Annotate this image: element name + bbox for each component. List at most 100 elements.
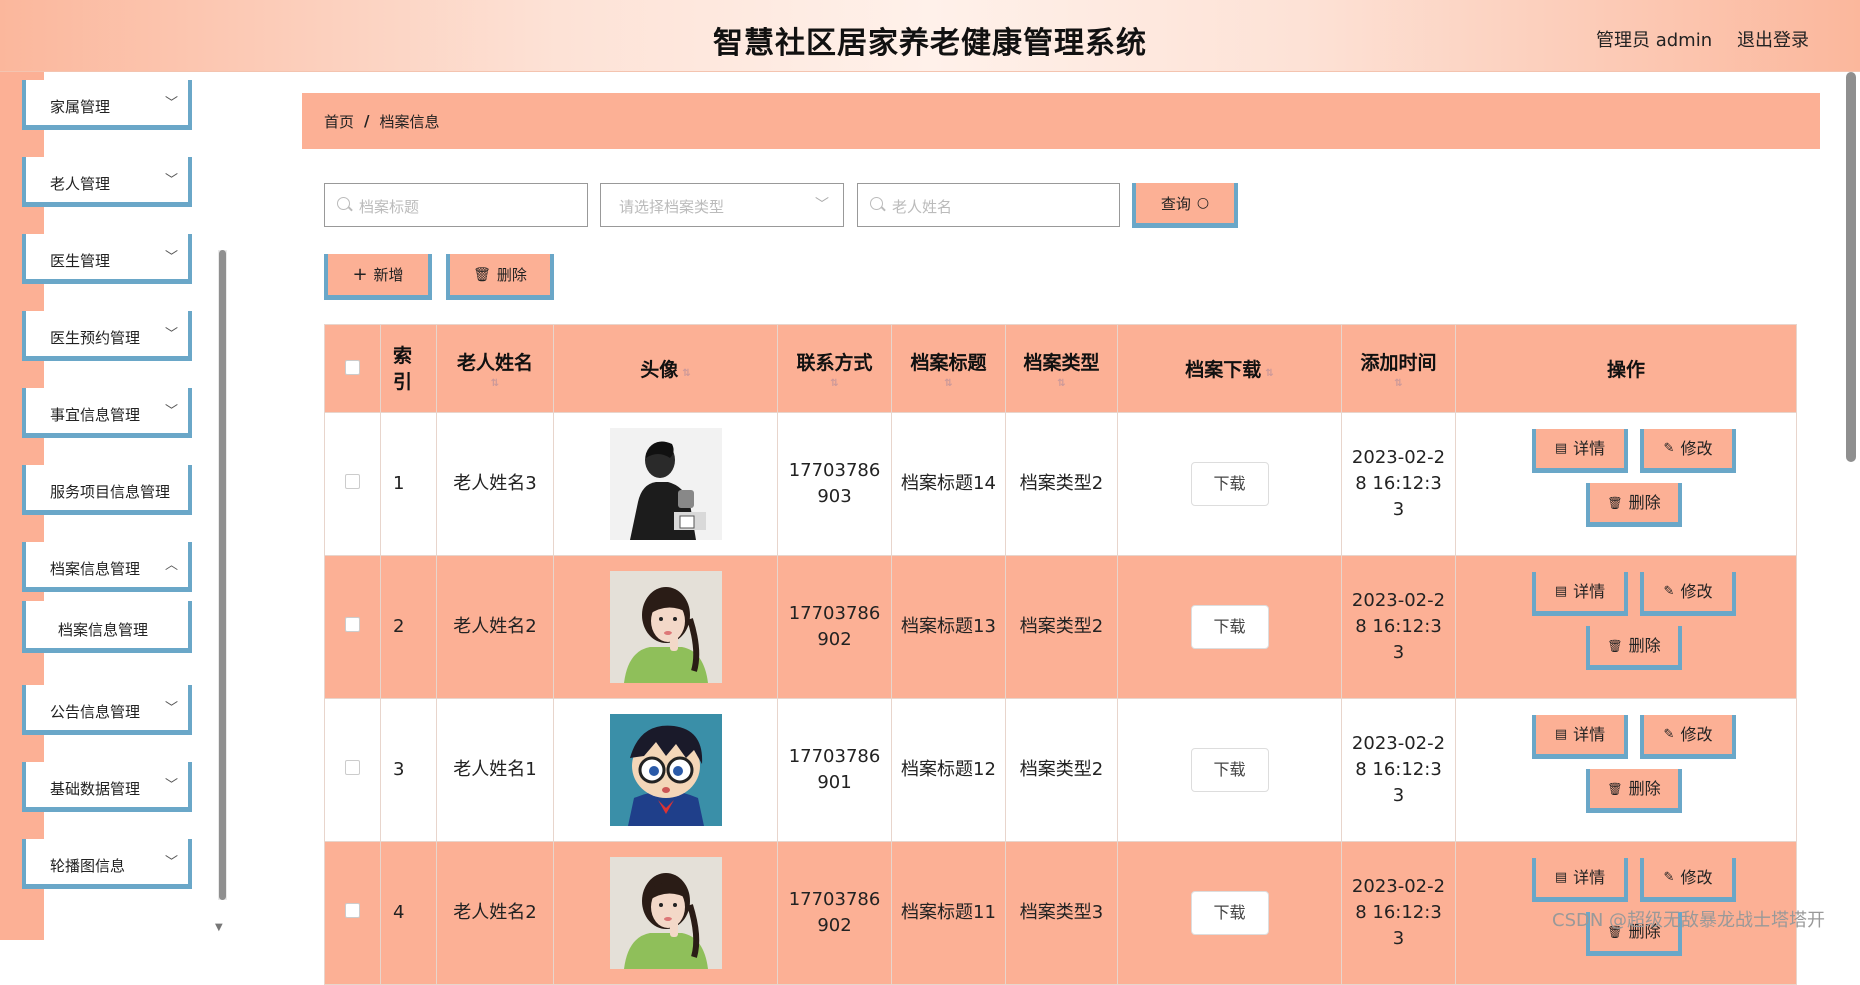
document-icon: ▤ [1554,726,1568,742]
title-cell: 档案标题14 [891,412,1006,556]
sidebar-scrollbar-thumb[interactable] [219,250,226,900]
title-value: 档案标题11 [901,902,996,923]
sidebar-subitem-archives[interactable]: 档案信息管理 [22,601,192,653]
sort-icon[interactable]: ⇅ [1006,379,1117,389]
main-scrollbar-thumb[interactable] [1846,72,1856,462]
download-button[interactable]: 下载 [1190,605,1269,649]
sort-icon[interactable]: ⇅ [1342,379,1455,389]
download-button[interactable]: 下载 [1190,891,1269,935]
phone-cell: 17703786902 [777,555,892,699]
edit-button[interactable]: ✎ 修改 [1640,429,1736,473]
download-button[interactable]: 下载 [1190,748,1269,792]
trash-icon: 🗑 [473,266,491,283]
col-download-label: 档案下载 [1185,359,1262,381]
query-button[interactable]: 查询 ○ [1132,183,1238,228]
current-user: 管理员 admin [1596,30,1713,51]
delete-button[interactable]: 🗑 删除 [1586,769,1682,813]
app-title: 智慧社区居家养老健康管理系统 [713,26,1147,61]
document-icon: ▤ [1554,440,1568,456]
sidebar-item-carousel[interactable]: 轮播图信息 ﹀ [22,839,192,889]
row-checkbox[interactable] [345,760,360,775]
detail-button-label: 详情 [1573,867,1606,887]
col-title[interactable]: 档案标题 ⇅ [891,324,1006,413]
sidebar-item-appointment[interactable]: 医生预约管理 ﹀ [22,311,192,361]
logout-link[interactable]: 退出登录 [1737,26,1809,52]
sort-icon[interactable]: ⇅ [682,368,690,379]
sidebar-item-notice[interactable]: 公告信息管理 ﹀ [22,685,192,735]
actions-cell: ▤ 详情 ✎ 修改 🗑 删除 [1455,412,1797,556]
detail-button-label: 详情 [1573,581,1606,601]
select-all-checkbox[interactable] [345,359,360,375]
sidebar-item-affairs[interactable]: 事宜信息管理 ﹀ [22,388,192,438]
col-time[interactable]: 添加时间 ⇅ [1341,324,1456,413]
sidebar-item-basedata[interactable]: 基础数据管理 ﹀ [22,762,192,812]
archive-type-placeholder: 请选择档案类型 [619,198,725,216]
breadcrumb-current: 档案信息 [379,112,440,131]
batch-delete-button[interactable]: 🗑 删除 [446,254,554,300]
sidebar: 家属管理 ﹀ 老人管理 ﹀ 医生管理 ﹀ 医生预约管理 ﹀ 事宜信息管理 ﹀ 服… [0,72,232,940]
detail-button[interactable]: ▤ 详情 [1532,858,1628,902]
edit-button[interactable]: ✎ 修改 [1640,572,1736,616]
scroll-down-arrow-icon[interactable]: ▼ [215,922,223,933]
pencil-icon: ✎ [1663,726,1675,742]
time-cell: 2023-02-28 16:12:33 [1341,555,1456,699]
col-phone-label: 联系方式 [796,352,873,374]
col-phone[interactable]: 联系方式 ⇅ [777,324,892,413]
avatar [609,428,722,540]
sort-icon[interactable]: ⇅ [1265,368,1273,379]
title-cell: 档案标题13 [891,555,1006,699]
sidebar-item-doctor[interactable]: 医生管理 ﹀ [22,234,192,284]
time-value: 2023-02-28 16:12:33 [1351,590,1446,663]
col-index[interactable]: 索引 [380,324,437,413]
col-type[interactable]: 档案类型 ⇅ [1005,324,1118,413]
row-checkbox[interactable] [345,474,360,489]
delete-button[interactable]: 🗑 删除 [1586,483,1682,527]
add-button-label: 新增 [373,266,404,284]
table-header-row: 索引 老人姓名 ⇅ 头像 ⇅ 联系方式 ⇅ 档案标题 ⇅ 档案类型 ⇅ 档案下载 ⇅ 添加时… [324,324,1797,413]
edit-button[interactable]: ✎ 修改 [1640,858,1736,902]
archive-title-input[interactable]: 档案标题 [324,183,588,227]
col-avatar[interactable]: 头像 ⇅ [553,324,778,413]
sort-icon[interactable]: ⇅ [437,379,553,389]
sidebar-item-family[interactable]: 家属管理 ﹀ [22,80,192,130]
detail-button[interactable]: ▤ 详情 [1532,429,1628,473]
col-name-label: 老人姓名 [456,352,533,374]
row-checkbox[interactable] [345,617,360,632]
sidebar-item-elderly[interactable]: 老人管理 ﹀ [22,157,192,207]
table-row: 3 老人姓名1 17703786901 档案标题12 档案类型2 下载 2023… [324,698,1797,842]
sidebar-item-archives[interactable]: 档案信息管理 ︿ [22,542,192,592]
sidebar-menu: 家属管理 ﹀ 老人管理 ﹀ 医生管理 ﹀ 医生预约管理 ﹀ 事宜信息管理 ﹀ 服… [22,80,192,916]
chevron-down-icon: ﹀ [815,197,829,213]
sidebar-item-label: 事宜信息管理 [50,406,141,424]
download-cell: 下载 [1117,555,1342,699]
search-icon [337,197,350,210]
batch-delete-button-label: 删除 [496,266,527,284]
elderly-name-input[interactable]: 老人姓名 [857,183,1120,227]
delete-button[interactable]: 🗑 删除 [1586,626,1682,670]
chevron-down-icon: ﹀ [164,327,178,342]
archive-type-select[interactable]: 请选择档案类型 ﹀ [600,183,844,227]
sort-icon[interactable]: ⇅ [892,379,1005,389]
col-name[interactable]: 老人姓名 ⇅ [436,324,554,413]
detail-button-label: 详情 [1573,438,1606,458]
download-button[interactable]: 下载 [1190,462,1269,506]
breadcrumb-home[interactable]: 首页 [324,111,354,132]
detail-button[interactable]: ▤ 详情 [1532,572,1628,616]
add-button[interactable]: + 新增 [324,254,432,300]
detail-button[interactable]: ▤ 详情 [1532,715,1628,759]
avatar-cell [553,412,778,556]
name-cell: 老人姓名2 [436,841,554,985]
time-cell: 2023-02-28 16:12:33 [1341,412,1456,556]
row-checkbox[interactable] [345,903,360,918]
time-value: 2023-02-28 16:12:33 [1351,733,1446,806]
sidebar-item-label: 医生管理 [50,252,111,270]
col-download[interactable]: 档案下载 ⇅ [1117,324,1342,413]
query-button-label: 查询 [1160,194,1191,213]
table-row: 2 老人姓名2 17703786902 档案标题13 档案类型2 下载 2023… [324,555,1797,699]
sidebar-item-services[interactable]: 服务项目信息管理 [22,465,192,515]
sort-icon[interactable]: ⇅ [778,379,891,389]
col-time-label: 添加时间 [1360,352,1437,374]
col-actions-label: 操作 [1606,359,1645,381]
trash-icon: 🗑 [1607,495,1623,510]
edit-button[interactable]: ✎ 修改 [1640,715,1736,759]
